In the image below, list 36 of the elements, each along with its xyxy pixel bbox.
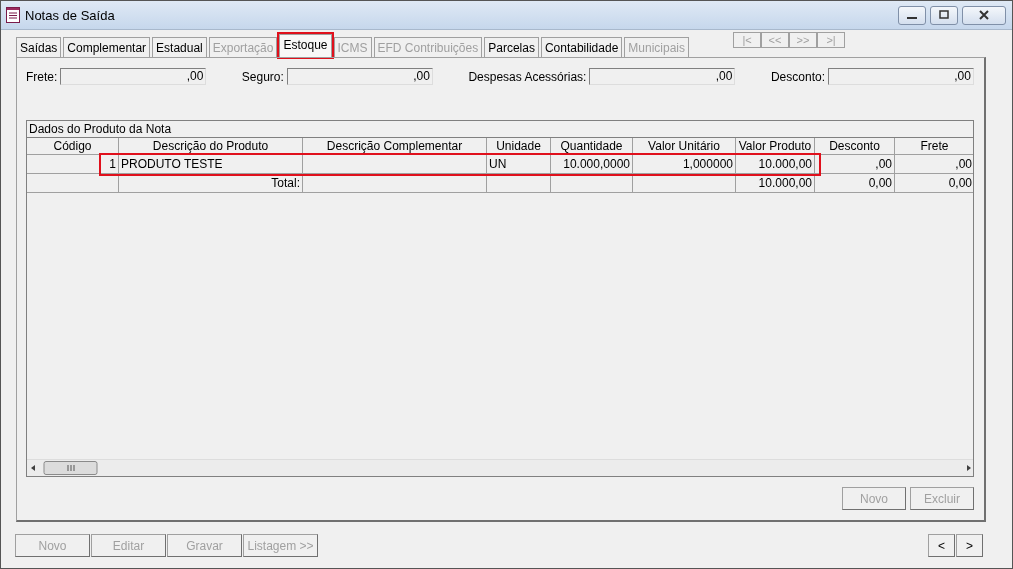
minimize-button[interactable] [898, 5, 926, 25]
document-icon [6, 7, 20, 23]
column-header[interactable]: Quantidade [551, 138, 633, 154]
tab[interactable]: Saídas [16, 37, 62, 57]
column-header[interactable]: Descrição Complementar [303, 138, 487, 154]
tab[interactable]: Estadual [152, 37, 207, 57]
page-nav-button[interactable]: > [956, 534, 983, 557]
tab[interactable]: Complementar [63, 37, 151, 57]
table-cell: PRODUTO TESTE [119, 155, 303, 173]
field-label: Despesas Acessórias: [468, 69, 587, 84]
column-header[interactable]: Código [27, 138, 119, 154]
field-label: Desconto: [770, 69, 825, 84]
column-header[interactable]: Unidade [487, 138, 551, 154]
maximize-icon [939, 10, 949, 20]
close-icon [979, 10, 989, 20]
value-field[interactable]: ,00 [60, 68, 207, 85]
column-header[interactable]: Descrição do Produto [119, 138, 303, 154]
value-field[interactable]: ,00 [286, 68, 433, 85]
column-header[interactable]: Desconto [815, 138, 895, 154]
grid-caption: Dados do Produto da Nota [27, 121, 973, 138]
close-button[interactable] [962, 5, 1006, 25]
value-field[interactable]: ,00 [827, 68, 974, 85]
page-nav-button[interactable]: < [928, 534, 955, 557]
table-cell: UN [487, 155, 551, 173]
tab[interactable]: Estoque [279, 34, 332, 57]
column-header[interactable]: Frete [895, 138, 973, 154]
tab[interactable]: Contabilidade [540, 37, 623, 57]
maximize-button[interactable] [930, 5, 958, 25]
value-field[interactable]: ,00 [589, 68, 736, 85]
field-label: Seguro: [241, 69, 284, 84]
minimize-icon [907, 17, 917, 19]
tab[interactable]: Parcelas [484, 37, 539, 57]
column-header[interactable]: Valor Produto [736, 138, 815, 154]
column-header[interactable]: Valor Unitário [633, 138, 736, 154]
window-title: Notas de Saída [25, 7, 116, 23]
field-label: Frete: [26, 69, 58, 84]
